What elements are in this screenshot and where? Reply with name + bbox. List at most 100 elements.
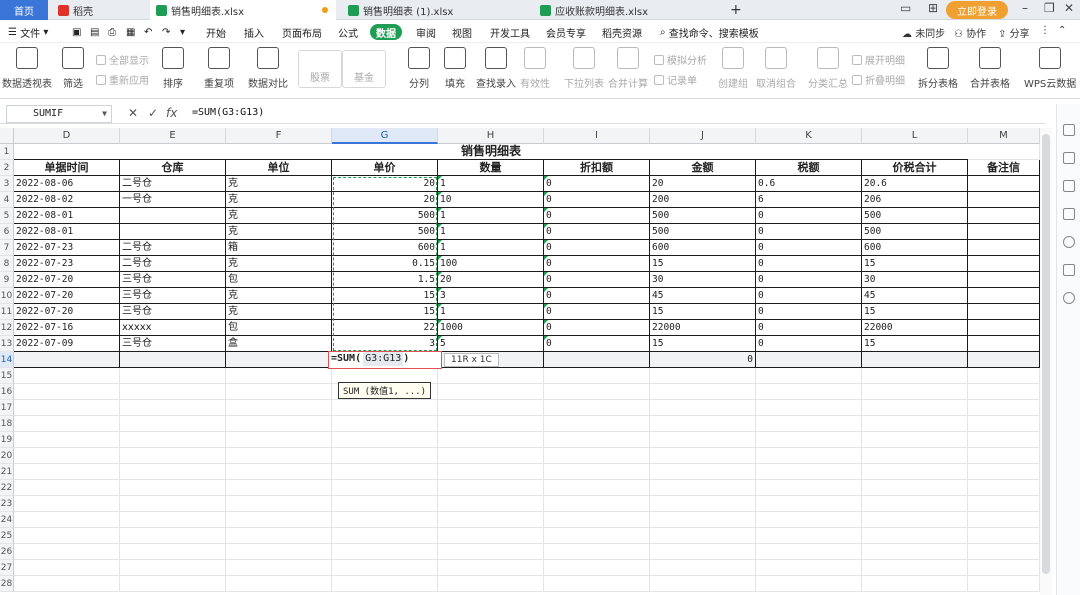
data-cell[interactable]: 500 bbox=[862, 224, 968, 240]
empty-cell[interactable] bbox=[226, 528, 332, 544]
empty-cell[interactable] bbox=[968, 368, 1040, 384]
empty-cell[interactable] bbox=[756, 448, 862, 464]
empty-cell[interactable] bbox=[544, 480, 650, 496]
collab-button[interactable]: ⚇ 协作 bbox=[954, 25, 986, 40]
data-cell[interactable] bbox=[968, 304, 1040, 320]
empty-cell[interactable] bbox=[226, 480, 332, 496]
empty-cell[interactable] bbox=[332, 416, 438, 432]
empty-cell[interactable] bbox=[650, 480, 756, 496]
row-header-2[interactable]: 2 bbox=[0, 160, 14, 176]
empty-cell[interactable] bbox=[650, 432, 756, 448]
empty-cell[interactable] bbox=[332, 512, 438, 528]
empty-cell[interactable] bbox=[438, 544, 544, 560]
data-cell[interactable]: 盒 bbox=[226, 336, 332, 352]
wps-cloud-data-button[interactable]: WPS云数据 bbox=[1024, 47, 1076, 90]
collapse-ribbon-icon[interactable]: ⌃ bbox=[1058, 25, 1066, 36]
data-cell[interactable]: 2022-07-16 bbox=[14, 320, 120, 336]
empty-cell[interactable] bbox=[862, 480, 968, 496]
menu-insert[interactable]: 插入 bbox=[238, 24, 270, 40]
data-cell[interactable]: 15 bbox=[650, 304, 756, 320]
active-cell-editor[interactable]: =SUM(G3:G13) bbox=[328, 351, 442, 369]
menu-page-layout[interactable]: 页面布局 bbox=[276, 24, 328, 40]
data-cell[interactable]: 2022-07-09 bbox=[14, 336, 120, 352]
empty-cell[interactable] bbox=[968, 400, 1040, 416]
data-cell[interactable]: 500 bbox=[332, 224, 438, 240]
data-cell[interactable]: 45 bbox=[650, 288, 756, 304]
empty-cell[interactable] bbox=[968, 416, 1040, 432]
data-cell[interactable]: 0 bbox=[756, 256, 862, 272]
record-form-button[interactable]: 记录单 bbox=[654, 72, 697, 87]
data-cell[interactable]: 克 bbox=[226, 192, 332, 208]
row-header-5[interactable]: 5 bbox=[0, 208, 14, 224]
data-cell[interactable]: 2022-08-02 bbox=[14, 192, 120, 208]
total-cell[interactable] bbox=[226, 352, 332, 368]
data-cell[interactable]: 15 bbox=[650, 336, 756, 352]
empty-cell[interactable] bbox=[968, 464, 1040, 480]
menu-data[interactable]: 数据 bbox=[370, 24, 402, 40]
row-header-21[interactable]: 21 bbox=[0, 464, 14, 480]
split-table-button[interactable]: 拆分表格 bbox=[918, 47, 958, 90]
empty-cell[interactable] bbox=[968, 480, 1040, 496]
empty-cell[interactable] bbox=[862, 464, 968, 480]
empty-cell[interactable] bbox=[968, 544, 1040, 560]
row-header-17[interactable]: 17 bbox=[0, 400, 14, 416]
empty-cell[interactable] bbox=[14, 416, 120, 432]
empty-cell[interactable] bbox=[120, 464, 226, 480]
empty-cell[interactable] bbox=[120, 528, 226, 544]
empty-cell[interactable] bbox=[438, 368, 544, 384]
sort-button[interactable]: 排序 bbox=[162, 47, 184, 90]
data-cell[interactable]: 5 bbox=[438, 336, 544, 352]
data-cell[interactable]: 1000 bbox=[438, 320, 544, 336]
empty-cell[interactable] bbox=[332, 464, 438, 480]
data-cell[interactable]: 0 bbox=[544, 288, 650, 304]
total-cell[interactable] bbox=[14, 352, 120, 368]
show-all-button[interactable]: 全部显示 bbox=[96, 52, 149, 67]
empty-cell[interactable] bbox=[332, 544, 438, 560]
data-cell[interactable]: 三号仓 bbox=[120, 304, 226, 320]
data-cell[interactable]: 15 bbox=[862, 256, 968, 272]
worksheet-grid[interactable]: DEFGHIJKLM 1 2 3 4 5 6 7 8 9 10 11 12 13 14 15 16 17 18 19… bbox=[0, 128, 1040, 595]
empty-cell[interactable] bbox=[756, 560, 862, 576]
empty-cell[interactable] bbox=[650, 560, 756, 576]
column-title[interactable]: 折扣额 bbox=[544, 160, 650, 176]
data-cell[interactable]: 0 bbox=[756, 320, 862, 336]
empty-cell[interactable] bbox=[332, 528, 438, 544]
more-icon[interactable]: ▾ bbox=[174, 24, 191, 40]
data-cell[interactable] bbox=[968, 176, 1040, 192]
data-cell[interactable]: 1 bbox=[438, 208, 544, 224]
column-title[interactable]: 单据时间 bbox=[14, 160, 120, 176]
row-header-25[interactable]: 25 bbox=[0, 528, 14, 544]
empty-cell[interactable] bbox=[120, 400, 226, 416]
subtotal-button[interactable]: 分类汇总 bbox=[808, 47, 848, 90]
share-button[interactable]: ⇪ 分享 bbox=[998, 25, 1030, 40]
row-header-23[interactable]: 23 bbox=[0, 496, 14, 512]
empty-cell[interactable] bbox=[226, 576, 332, 592]
row-header-8[interactable]: 8 bbox=[0, 256, 14, 272]
data-cell[interactable]: 1 bbox=[438, 224, 544, 240]
row-header-26[interactable]: 26 bbox=[0, 544, 14, 560]
data-cell[interactable]: 二号仓 bbox=[120, 240, 226, 256]
fund-gallery[interactable]: 基金 bbox=[342, 50, 386, 88]
data-cell[interactable]: 包 bbox=[226, 272, 332, 288]
filter-button[interactable]: 筛选 bbox=[62, 47, 84, 90]
data-cell[interactable]: 2022-07-20 bbox=[14, 288, 120, 304]
data-cell[interactable]: 30 bbox=[862, 272, 968, 288]
row-header-6[interactable]: 6 bbox=[0, 224, 14, 240]
empty-cell[interactable] bbox=[650, 416, 756, 432]
empty-cell[interactable] bbox=[438, 528, 544, 544]
data-cell[interactable]: 600 bbox=[650, 240, 756, 256]
empty-cell[interactable] bbox=[756, 512, 862, 528]
column-title[interactable]: 税额 bbox=[756, 160, 862, 176]
confirm-icon[interactable]: ✓ bbox=[148, 106, 158, 120]
empty-cell[interactable] bbox=[438, 416, 544, 432]
empty-cell[interactable] bbox=[120, 480, 226, 496]
data-cell[interactable]: xxxxx bbox=[120, 320, 226, 336]
data-cell[interactable]: 20 bbox=[332, 192, 438, 208]
data-cell[interactable]: 15 bbox=[332, 304, 438, 320]
empty-cell[interactable] bbox=[14, 544, 120, 560]
empty-cell[interactable] bbox=[120, 432, 226, 448]
empty-cell[interactable] bbox=[650, 448, 756, 464]
data-cell[interactable]: 2022-07-20 bbox=[14, 304, 120, 320]
data-cell[interactable]: 20 bbox=[332, 176, 438, 192]
format-icon[interactable] bbox=[1063, 208, 1075, 220]
